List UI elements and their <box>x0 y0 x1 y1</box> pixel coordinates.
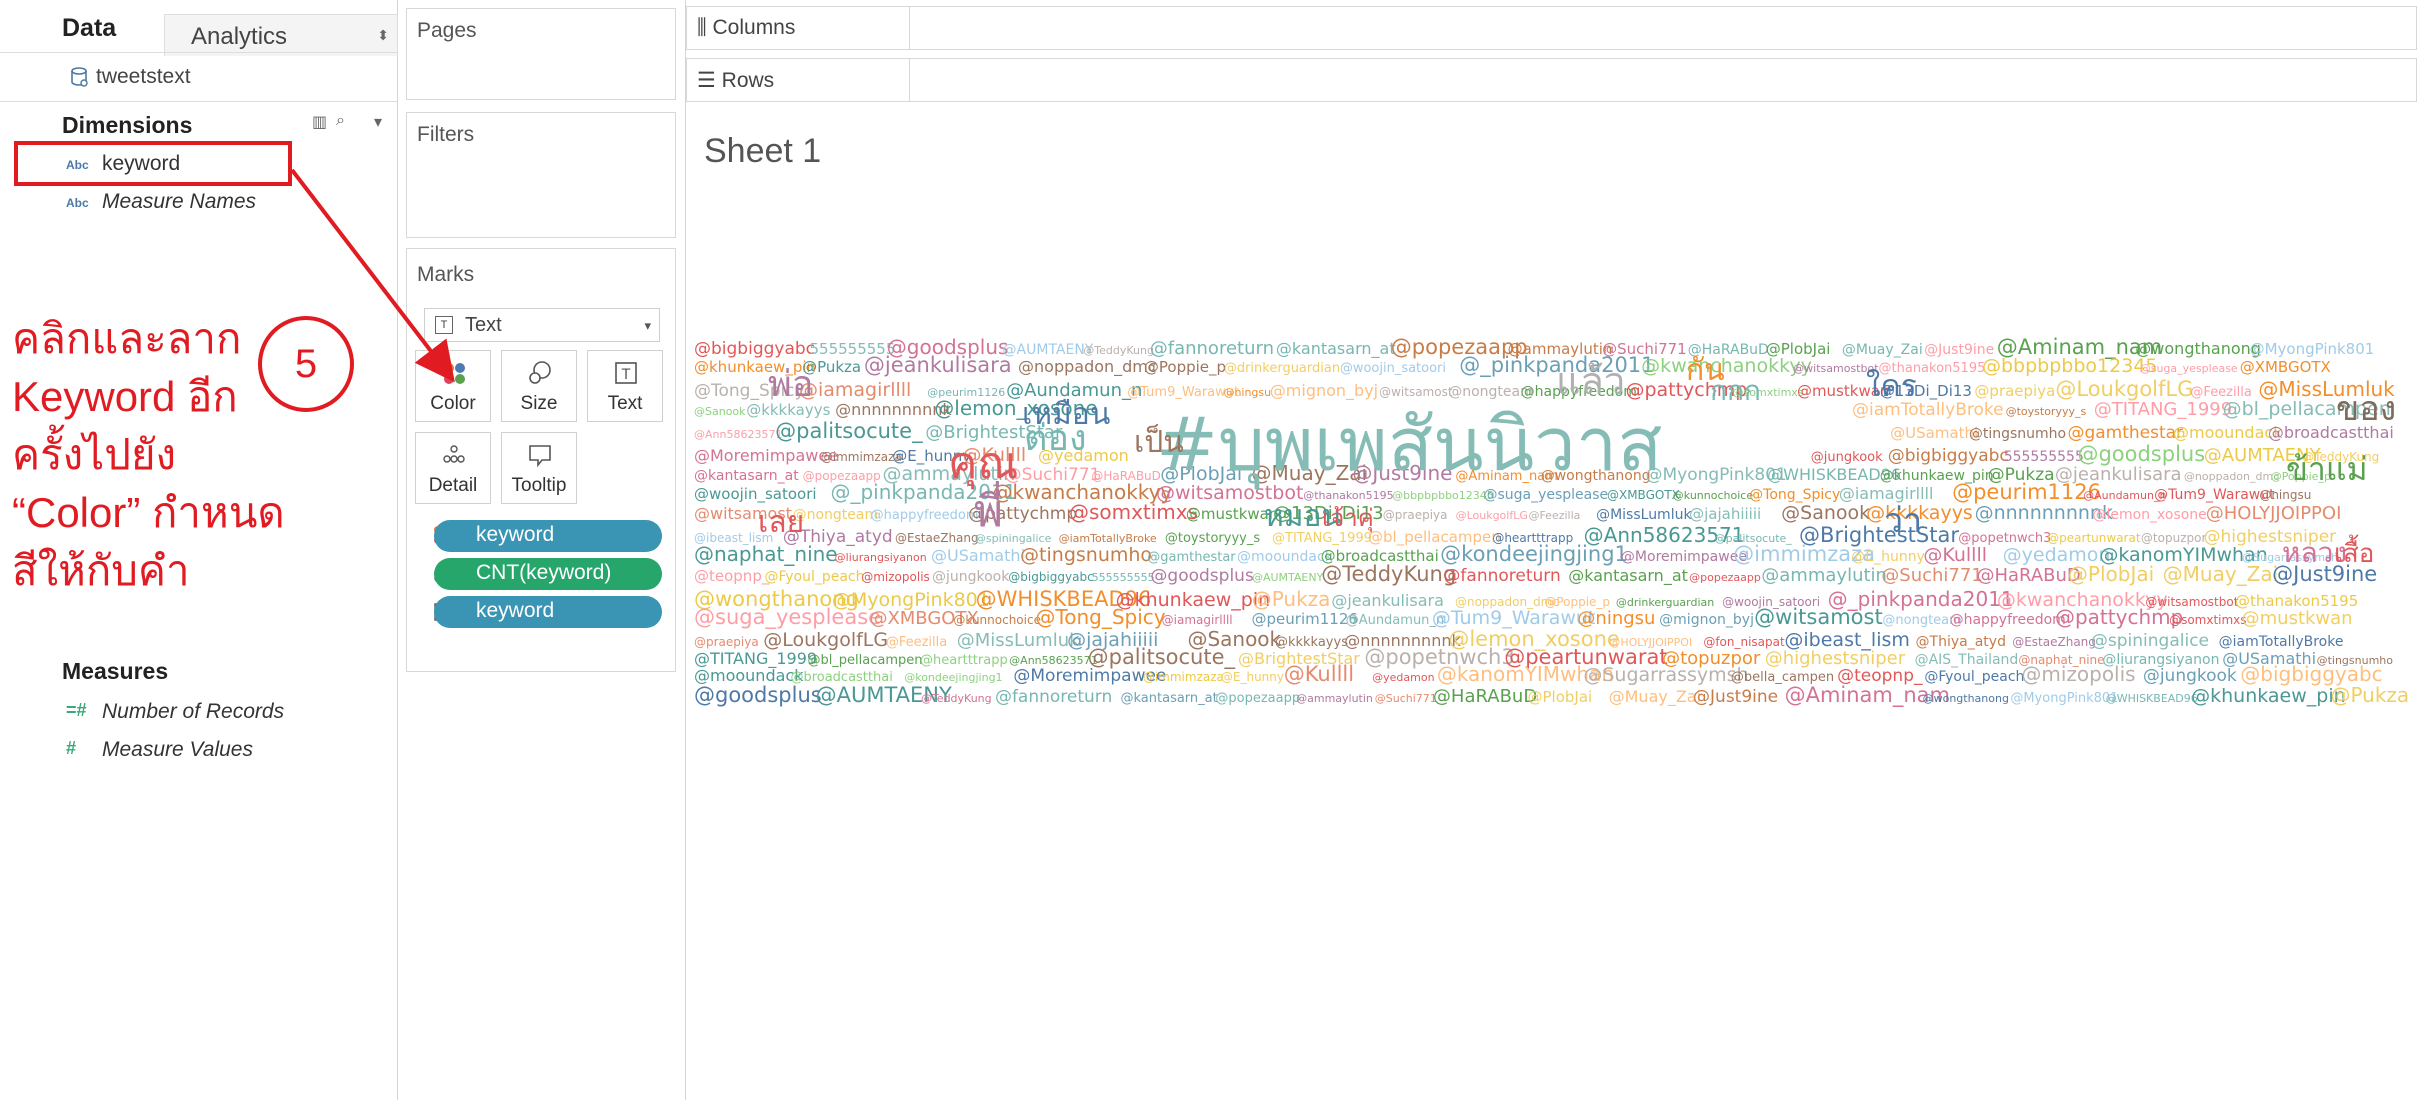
annotation-arrow <box>290 168 455 383</box>
